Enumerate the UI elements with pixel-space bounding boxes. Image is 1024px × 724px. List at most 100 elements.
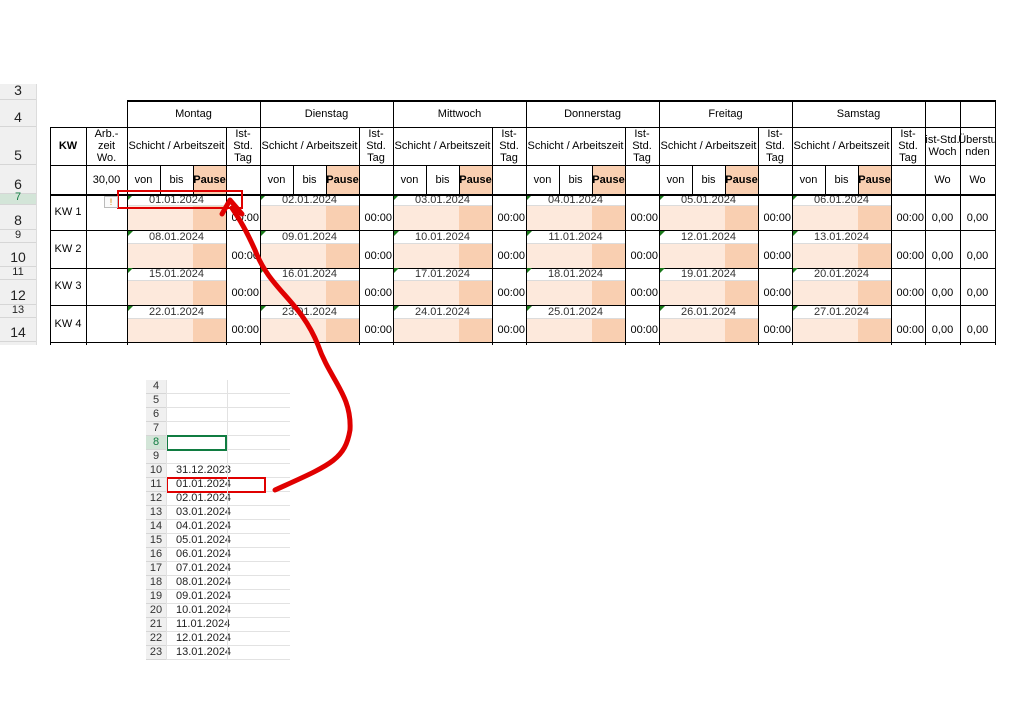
pause-cell[interactable] <box>725 205 758 230</box>
von-cell[interactable] <box>393 280 426 305</box>
ist-tag-cell[interactable]: 00:00 <box>891 243 925 268</box>
ist-tag-cell[interactable]: 00:00 <box>891 205 925 230</box>
von-cell[interactable] <box>393 318 426 342</box>
row-header-14[interactable]: 14 <box>146 520 166 534</box>
ist-tag-cell[interactable]: 00:00 <box>758 318 792 342</box>
ist-tag-cell[interactable]: 00:00 <box>492 318 526 342</box>
pause-cell[interactable] <box>592 205 625 230</box>
ueberstunden-cell[interactable]: 0,00 <box>960 318 995 342</box>
pause-cell[interactable] <box>725 280 758 305</box>
pause-cell[interactable] <box>858 280 891 305</box>
date-list-cell[interactable]: 04.01.2024 <box>166 520 246 534</box>
row-header-4[interactable]: 4 <box>146 380 166 394</box>
date-list-cell[interactable]: 03.01.2024 <box>166 506 246 520</box>
date-list-cell[interactable]: 12.01.2024 <box>166 632 246 646</box>
ueberstunden-cell[interactable]: 0,00 <box>960 243 995 268</box>
von-cell[interactable] <box>792 243 825 268</box>
warning-icon[interactable]: ! <box>104 196 118 208</box>
date-list-cell[interactable]: 02.01.2024 <box>166 492 246 506</box>
date-cell[interactable]: 11.01.2024 <box>526 230 625 243</box>
row-header-13[interactable]: 13 <box>0 304 36 318</box>
arbzeit-cell[interactable] <box>86 243 127 268</box>
date-list-cell[interactable]: 06.01.2024 <box>166 548 246 562</box>
date-cell[interactable]: 20.01.2024 <box>792 267 891 280</box>
row-header-5[interactable]: 5 <box>146 394 166 408</box>
von-cell[interactable] <box>526 205 559 230</box>
pause-cell[interactable] <box>858 243 891 268</box>
pause-cell[interactable] <box>592 243 625 268</box>
date-cell[interactable]: 27.01.2024 <box>792 305 891 318</box>
date-list-cell[interactable] <box>166 450 246 464</box>
bis-cell[interactable] <box>426 280 459 305</box>
ist-woch-cell[interactable]: 0,00 <box>925 205 960 230</box>
bis-cell[interactable] <box>559 280 592 305</box>
row-header-12[interactable]: 12 <box>0 280 36 305</box>
date-cell[interactable]: 26.01.2024 <box>659 305 758 318</box>
date-cell[interactable]: 25.01.2024 <box>526 305 625 318</box>
ist-tag-cell[interactable]: 00:00 <box>492 280 526 305</box>
von-cell[interactable] <box>260 280 293 305</box>
ist-tag-cell[interactable]: 00:00 <box>492 205 526 230</box>
date-list-cell[interactable]: 10.01.2024 <box>166 604 246 618</box>
bis-cell[interactable] <box>160 318 193 342</box>
ist-tag-cell[interactable]: 00:00 <box>359 280 393 305</box>
bis-cell[interactable] <box>293 243 326 268</box>
row-header-20[interactable]: 20 <box>146 604 166 618</box>
von-cell[interactable] <box>792 205 825 230</box>
ist-tag-cell[interactable]: 00:00 <box>492 243 526 268</box>
row-header-11[interactable]: 11 <box>0 266 36 280</box>
row-header-10[interactable]: 10 <box>146 464 166 478</box>
von-cell[interactable] <box>526 243 559 268</box>
row-header-8[interactable]: 8 <box>146 436 166 450</box>
date-list-cell[interactable] <box>166 422 246 436</box>
bis-cell[interactable] <box>825 280 858 305</box>
ist-tag-cell[interactable]: 00:00 <box>226 318 260 342</box>
row-header-6[interactable]: 6 <box>146 408 166 422</box>
row-header-7[interactable]: 7 <box>146 422 166 436</box>
bis-cell[interactable] <box>825 243 858 268</box>
ist-tag-cell[interactable]: 00:00 <box>625 205 659 230</box>
ist-tag-cell[interactable]: 00:00 <box>359 243 393 268</box>
bis-cell[interactable] <box>293 318 326 342</box>
ist-tag-cell[interactable]: 00:00 <box>625 318 659 342</box>
von-cell[interactable] <box>792 280 825 305</box>
row-header-3[interactable]: 3 <box>0 84 36 100</box>
row-header-14[interactable]: 14 <box>0 318 36 342</box>
row-header-8[interactable]: 8 <box>0 205 36 230</box>
row-header-13[interactable]: 13 <box>146 506 166 520</box>
ist-woch-cell[interactable]: 0,00 <box>925 318 960 342</box>
date-list-cell[interactable]: 31.12.2023 <box>166 464 246 478</box>
row-header-16[interactable]: 16 <box>146 548 166 562</box>
ist-tag-cell[interactable]: 00:00 <box>359 318 393 342</box>
row-header-18[interactable]: 18 <box>146 576 166 590</box>
pause-cell[interactable] <box>592 280 625 305</box>
bis-cell[interactable] <box>825 318 858 342</box>
pause-cell[interactable] <box>326 205 359 230</box>
ueberstunden-cell[interactable]: 0,00 <box>960 205 995 230</box>
ist-tag-cell[interactable]: 00:00 <box>891 280 925 305</box>
row-header-9[interactable]: 9 <box>0 229 36 243</box>
von-cell[interactable] <box>659 318 692 342</box>
date-cell[interactable]: 24.01.2024 <box>393 305 492 318</box>
date-cell[interactable]: 15.01.2024 <box>127 267 226 280</box>
bis-cell[interactable] <box>160 243 193 268</box>
von-cell[interactable] <box>526 280 559 305</box>
pause-cell[interactable] <box>459 243 492 268</box>
pause-cell[interactable] <box>858 318 891 342</box>
row-header-9[interactable]: 9 <box>146 450 166 464</box>
bis-cell[interactable] <box>692 280 725 305</box>
date-list-cell[interactable]: 07.01.2024 <box>166 562 246 576</box>
ist-tag-cell[interactable]: 00:00 <box>625 280 659 305</box>
date-cell[interactable]: 23.01.2024 <box>260 305 359 318</box>
pause-cell[interactable] <box>326 280 359 305</box>
bis-cell[interactable] <box>692 243 725 268</box>
pause-cell[interactable] <box>193 280 226 305</box>
date-list-cell[interactable]: 08.01.2024 <box>166 576 246 590</box>
von-cell[interactable] <box>127 318 160 342</box>
date-list-cell[interactable]: 09.01.2024 <box>166 590 246 604</box>
date-cell[interactable]: 09.01.2024 <box>260 230 359 243</box>
von-cell[interactable] <box>659 243 692 268</box>
bis-cell[interactable] <box>426 243 459 268</box>
row-header-17[interactable]: 17 <box>146 562 166 576</box>
von-cell[interactable] <box>792 318 825 342</box>
